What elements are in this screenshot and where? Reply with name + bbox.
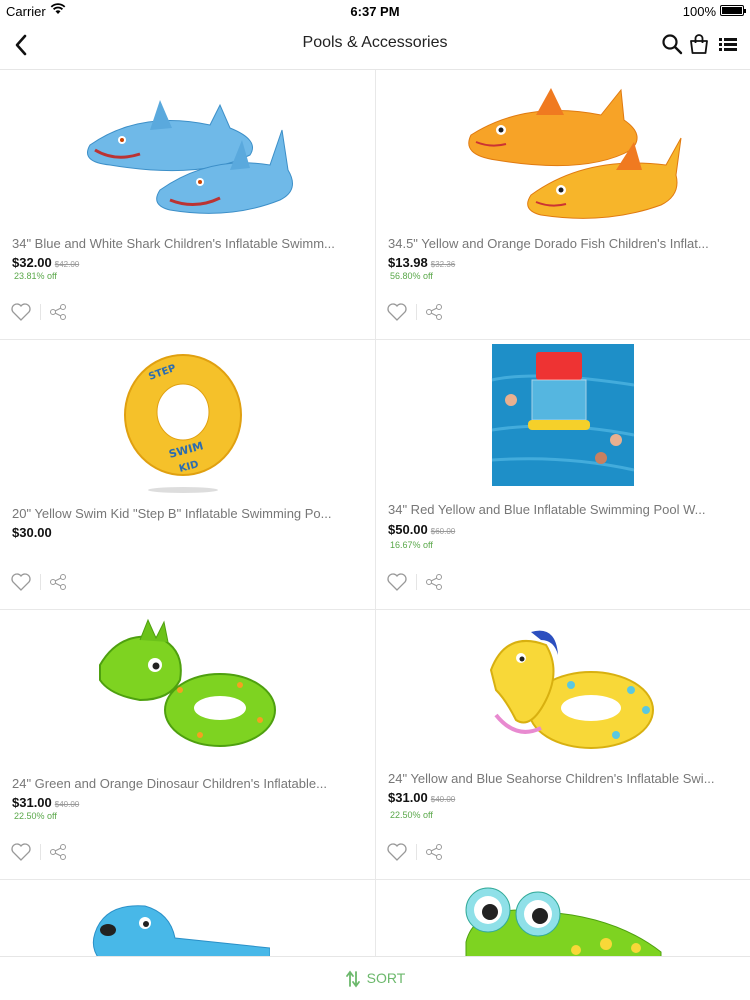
product-price: $31.00 $40.00 xyxy=(388,790,455,805)
share-icon[interactable] xyxy=(424,572,444,592)
search-icon[interactable] xyxy=(660,32,684,56)
pool-basketball-photo xyxy=(491,344,635,486)
product-name[interactable]: 20" Yellow Swim Kid "Step B" Inflatable … xyxy=(12,506,363,521)
sort-label: SORT xyxy=(366,970,406,986)
share-icon[interactable] xyxy=(48,572,68,592)
divider xyxy=(40,844,41,860)
product-card[interactable]: 24" Yellow and Blue Seahorse Children's … xyxy=(375,610,750,880)
discount-label: 16.67% off xyxy=(390,540,433,550)
product-card[interactable]: 34.5" Yellow and Orange Dorado Fish Chil… xyxy=(375,70,750,340)
battery-icon xyxy=(720,5,746,16)
bottom-toolbar: SORT xyxy=(0,956,750,1000)
product-price: $31.00 $40.00 xyxy=(12,795,79,810)
discount-label: 22.50% off xyxy=(390,810,433,820)
product-price: $13.98 $32.36 xyxy=(388,255,455,270)
battery-percentage: 100% xyxy=(682,4,716,19)
product-name[interactable]: 24" Green and Orange Dinosaur Children's… xyxy=(12,776,363,791)
divider xyxy=(40,574,41,590)
current-price: $50.00 xyxy=(388,522,428,537)
product-price: $30.00 xyxy=(12,525,52,540)
current-price: $32.00 xyxy=(12,255,52,270)
sort-button[interactable]: SORT xyxy=(0,970,750,988)
blue-shark-float-image xyxy=(87,100,293,214)
current-price: $31.00 xyxy=(388,790,428,805)
yellow-seahorse-float-image xyxy=(489,630,654,749)
discount-label: 22.50% off xyxy=(14,811,57,821)
original-price: $60.00 xyxy=(430,527,456,536)
blue-seal-float-image xyxy=(92,905,270,960)
product-name[interactable]: 34" Blue and White Shark Children's Infl… xyxy=(12,236,363,251)
orange-fish-float-image xyxy=(468,88,682,219)
product-name[interactable]: 24" Yellow and Blue Seahorse Children's … xyxy=(388,771,738,786)
product-card[interactable]: 24" Green and Orange Dinosaur Children's… xyxy=(0,610,375,880)
product-card[interactable]: 34" Red Yellow and Blue Inflatable Swimm… xyxy=(375,340,750,610)
product-name[interactable]: 34" Red Yellow and Blue Inflatable Swimm… xyxy=(388,502,738,517)
share-icon[interactable] xyxy=(48,842,68,862)
product-name[interactable]: 34.5" Yellow and Orange Dorado Fish Chil… xyxy=(388,236,738,251)
green-frog-float-image xyxy=(465,887,662,960)
original-price: $40.00 xyxy=(430,795,456,804)
product-card[interactable] xyxy=(0,880,375,960)
share-icon[interactable] xyxy=(424,842,444,862)
product-card[interactable]: STEP SWIM KID 20" Yellow Swim Kid "Step … xyxy=(0,340,375,610)
yellow-swim-ring-image: STEP SWIM KID xyxy=(124,354,242,493)
heart-icon[interactable] xyxy=(386,572,408,592)
original-price: $32.36 xyxy=(430,260,456,269)
sort-arrows-icon xyxy=(345,970,360,988)
divider xyxy=(416,844,417,860)
share-icon[interactable] xyxy=(48,302,68,322)
product-card[interactable]: 34" Blue and White Shark Children's Infl… xyxy=(0,70,375,340)
original-price: $42.00 xyxy=(54,260,80,269)
discount-label: 56.80% off xyxy=(390,271,433,281)
product-price: $50.00 $60.00 xyxy=(388,522,455,537)
product-price: $32.00 $42.00 xyxy=(12,255,79,270)
heart-icon[interactable] xyxy=(10,302,32,322)
heart-icon[interactable] xyxy=(386,302,408,322)
heart-icon[interactable] xyxy=(10,572,32,592)
heart-icon[interactable] xyxy=(386,842,408,862)
divider xyxy=(40,304,41,320)
discount-label: 23.81% off xyxy=(14,271,57,281)
shopping-bag-icon[interactable] xyxy=(687,32,711,56)
current-price: $13.98 xyxy=(388,255,428,270)
green-dinosaur-float-image xyxy=(99,618,276,747)
current-price: $31.00 xyxy=(12,795,52,810)
share-icon[interactable] xyxy=(424,302,444,322)
page-title: Pools & Accessories xyxy=(302,34,448,51)
list-view-icon[interactable] xyxy=(716,32,740,56)
current-price: $30.00 xyxy=(12,525,52,540)
clock: 6:37 PM xyxy=(350,4,400,19)
navigation-bar: Pools & Accessories xyxy=(0,22,750,70)
divider xyxy=(416,304,417,320)
status-bar: Carrier 6:37 PM 100% xyxy=(0,0,750,22)
divider xyxy=(416,574,417,590)
heart-icon[interactable] xyxy=(10,842,32,862)
product-card[interactable] xyxy=(375,880,750,960)
original-price: $40.00 xyxy=(54,800,80,809)
